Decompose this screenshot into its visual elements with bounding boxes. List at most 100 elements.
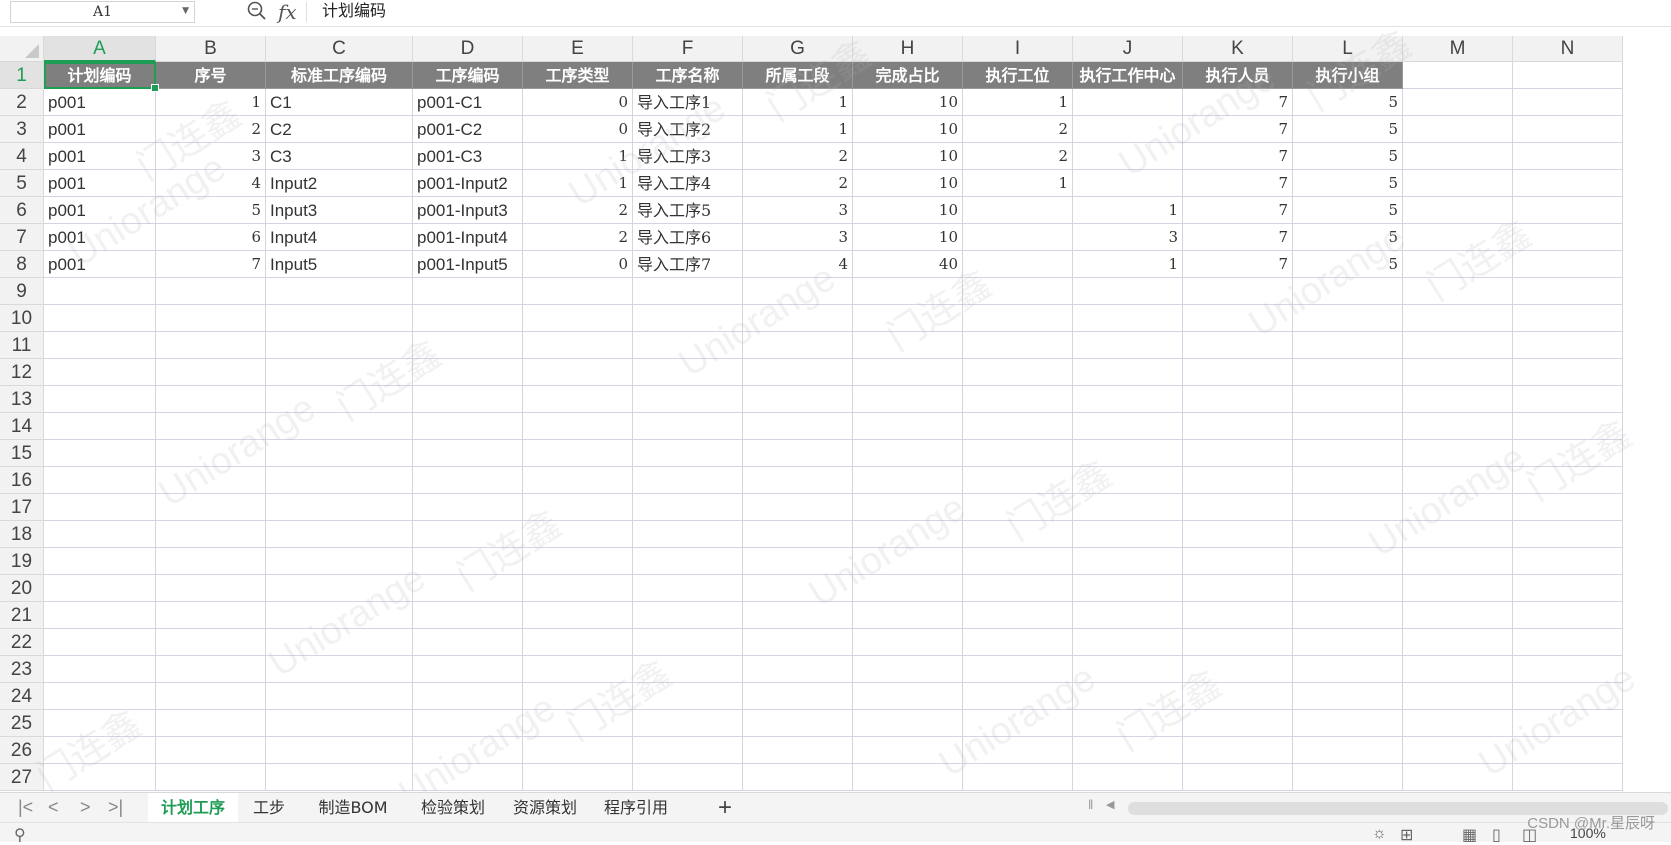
empty-cell[interactable] bbox=[853, 710, 963, 737]
column-header[interactable]: J bbox=[1073, 36, 1183, 62]
empty-cell[interactable] bbox=[853, 359, 963, 386]
empty-cell[interactable] bbox=[266, 764, 413, 791]
table-cell[interactable]: 10 bbox=[853, 143, 963, 170]
empty-cell[interactable] bbox=[633, 737, 743, 764]
empty-cell[interactable] bbox=[853, 278, 963, 305]
empty-cell[interactable] bbox=[633, 629, 743, 656]
empty-cell[interactable] bbox=[1293, 656, 1403, 683]
empty-cell[interactable] bbox=[1513, 440, 1623, 467]
table-cell[interactable]: p001-Input4 bbox=[413, 224, 523, 251]
empty-cell[interactable] bbox=[853, 440, 963, 467]
empty-cell[interactable] bbox=[1513, 548, 1623, 575]
empty-cell[interactable] bbox=[523, 629, 633, 656]
header-cell[interactable]: 执行小组 bbox=[1293, 62, 1403, 89]
empty-cell[interactable] bbox=[633, 332, 743, 359]
empty-cell[interactable] bbox=[266, 278, 413, 305]
empty-cell[interactable] bbox=[633, 440, 743, 467]
empty-cell[interactable] bbox=[743, 602, 853, 629]
empty-cell[interactable] bbox=[743, 332, 853, 359]
empty-cell[interactable] bbox=[1403, 656, 1513, 683]
row-header[interactable]: 15 bbox=[0, 440, 44, 467]
empty-cell[interactable] bbox=[1403, 62, 1513, 89]
page-layout-view-icon[interactable]: ▯ bbox=[1492, 825, 1501, 845]
empty-cell[interactable] bbox=[44, 305, 156, 332]
table-cell[interactable]: 6 bbox=[156, 224, 266, 251]
table-cell[interactable]: 3 bbox=[156, 143, 266, 170]
empty-cell[interactable] bbox=[743, 737, 853, 764]
empty-cell[interactable] bbox=[1403, 737, 1513, 764]
table-cell[interactable]: 1 bbox=[156, 89, 266, 116]
empty-cell[interactable] bbox=[523, 737, 633, 764]
empty-cell[interactable] bbox=[44, 710, 156, 737]
empty-cell[interactable] bbox=[1293, 683, 1403, 710]
table-cell[interactable]: 10 bbox=[853, 197, 963, 224]
empty-cell[interactable] bbox=[44, 521, 156, 548]
empty-cell[interactable] bbox=[1073, 629, 1183, 656]
empty-cell[interactable] bbox=[1403, 521, 1513, 548]
empty-cell[interactable] bbox=[266, 548, 413, 575]
empty-cell[interactable] bbox=[1513, 575, 1623, 602]
table-cell[interactable] bbox=[963, 197, 1073, 224]
table-cell[interactable]: 导入工序7 bbox=[633, 251, 743, 278]
column-header[interactable]: D bbox=[413, 36, 523, 62]
empty-cell[interactable] bbox=[1293, 521, 1403, 548]
row-header[interactable]: 5 bbox=[0, 170, 44, 197]
table-cell[interactable]: 10 bbox=[853, 89, 963, 116]
empty-cell[interactable] bbox=[1183, 737, 1293, 764]
empty-cell[interactable] bbox=[1513, 251, 1623, 278]
empty-cell[interactable] bbox=[413, 737, 523, 764]
scroll-left-icon[interactable]: ◀ bbox=[1106, 798, 1114, 811]
empty-cell[interactable] bbox=[1293, 710, 1403, 737]
empty-cell[interactable] bbox=[44, 602, 156, 629]
empty-cell[interactable] bbox=[266, 440, 413, 467]
empty-cell[interactable] bbox=[1513, 413, 1623, 440]
empty-cell[interactable] bbox=[743, 575, 853, 602]
row-header[interactable]: 3 bbox=[0, 116, 44, 143]
empty-cell[interactable] bbox=[156, 683, 266, 710]
empty-cell[interactable] bbox=[1073, 440, 1183, 467]
empty-cell[interactable] bbox=[523, 710, 633, 737]
table-cell[interactable]: 5 bbox=[156, 197, 266, 224]
column-header[interactable]: A bbox=[44, 36, 156, 62]
magnifier-icon[interactable] bbox=[246, 0, 268, 22]
table-cell[interactable]: 10 bbox=[853, 116, 963, 143]
row-header[interactable]: 26 bbox=[0, 737, 44, 764]
empty-cell[interactable] bbox=[743, 494, 853, 521]
empty-cell[interactable] bbox=[523, 656, 633, 683]
table-cell[interactable]: 10 bbox=[853, 170, 963, 197]
empty-cell[interactable] bbox=[853, 737, 963, 764]
empty-cell[interactable] bbox=[1513, 224, 1623, 251]
empty-cell[interactable] bbox=[156, 710, 266, 737]
table-cell[interactable]: p001-Input5 bbox=[413, 251, 523, 278]
header-cell[interactable]: 工序编码 bbox=[413, 62, 523, 89]
empty-cell[interactable] bbox=[963, 521, 1073, 548]
row-header[interactable]: 9 bbox=[0, 278, 44, 305]
sheet-tab[interactable]: 资源策划 bbox=[500, 793, 590, 823]
header-cell[interactable]: 所属工段 bbox=[743, 62, 853, 89]
table-cell[interactable]: 1 bbox=[743, 116, 853, 143]
row-header[interactable]: 2 bbox=[0, 89, 44, 116]
empty-cell[interactable] bbox=[156, 521, 266, 548]
row-header[interactable]: 27 bbox=[0, 764, 44, 791]
empty-cell[interactable] bbox=[1073, 683, 1183, 710]
empty-cell[interactable] bbox=[156, 629, 266, 656]
empty-cell[interactable] bbox=[44, 737, 156, 764]
empty-cell[interactable] bbox=[1073, 737, 1183, 764]
empty-cell[interactable] bbox=[266, 575, 413, 602]
empty-cell[interactable] bbox=[743, 359, 853, 386]
table-cell[interactable]: p001 bbox=[44, 116, 156, 143]
empty-cell[interactable] bbox=[1183, 332, 1293, 359]
empty-cell[interactable] bbox=[963, 575, 1073, 602]
empty-cell[interactable] bbox=[266, 737, 413, 764]
empty-cell[interactable] bbox=[523, 683, 633, 710]
empty-cell[interactable] bbox=[743, 305, 853, 332]
empty-cell[interactable] bbox=[44, 467, 156, 494]
empty-cell[interactable] bbox=[743, 413, 853, 440]
empty-cell[interactable] bbox=[413, 710, 523, 737]
column-header[interactable]: B bbox=[156, 36, 266, 62]
empty-cell[interactable] bbox=[44, 629, 156, 656]
table-cell[interactable]: Input3 bbox=[266, 197, 413, 224]
empty-cell[interactable] bbox=[266, 332, 413, 359]
empty-cell[interactable] bbox=[1403, 116, 1513, 143]
empty-cell[interactable] bbox=[633, 278, 743, 305]
